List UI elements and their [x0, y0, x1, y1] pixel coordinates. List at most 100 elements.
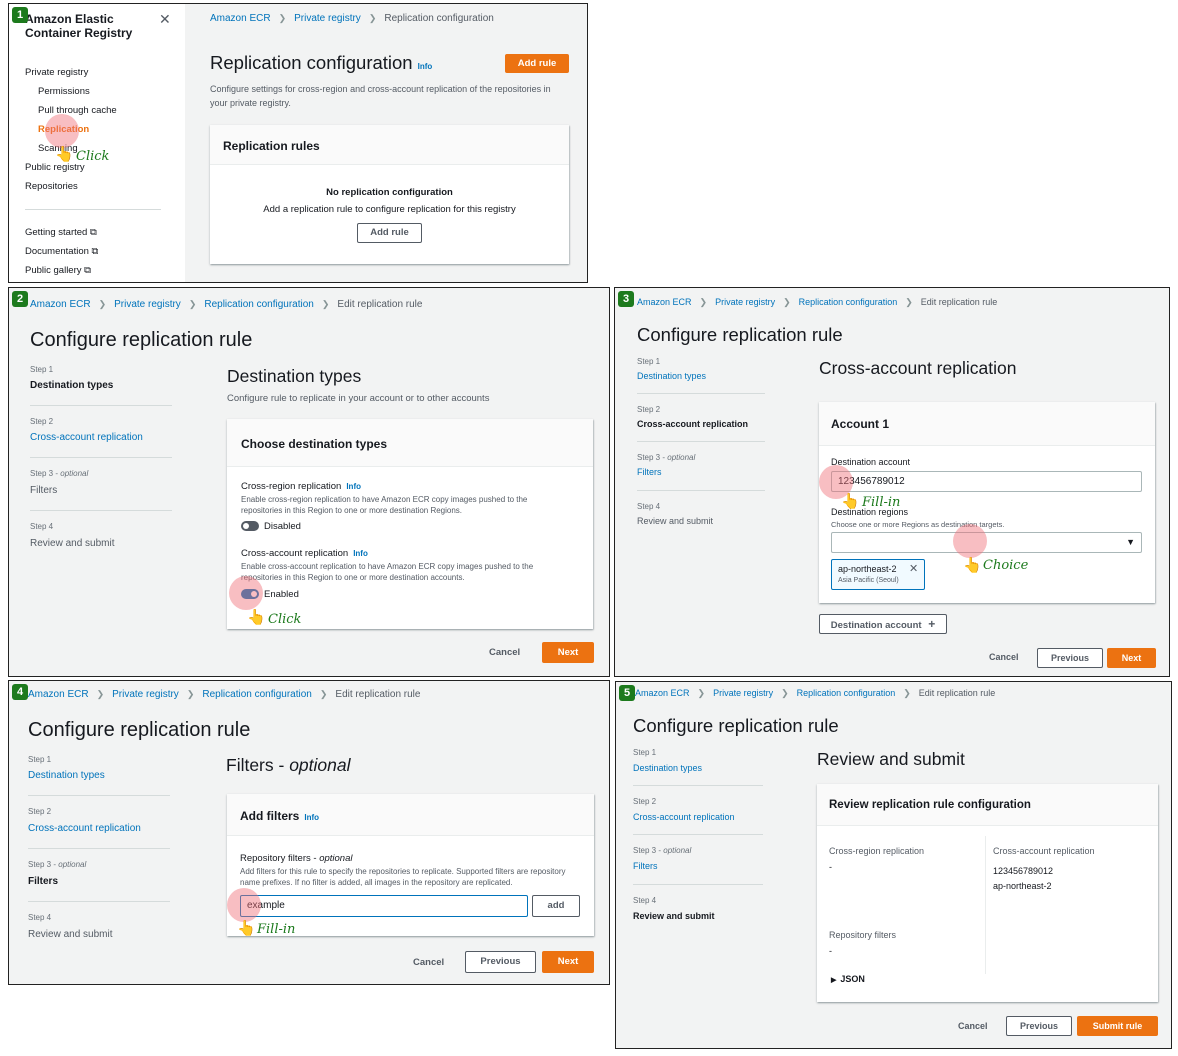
repository-filters-description: Add filters for this rule to specify the…: [240, 867, 566, 887]
chevron-right-icon: ❯: [278, 13, 287, 23]
step-destination-types[interactable]: Destination types: [633, 763, 702, 773]
step-review-and-submit: Review and submit: [633, 911, 715, 921]
add-rule-button[interactable]: Add rule: [505, 54, 569, 73]
action-label-click: Click: [268, 612, 302, 627]
previous-button[interactable]: Previous: [465, 951, 536, 973]
previous-button[interactable]: Previous: [1037, 648, 1103, 668]
step-label: Step 1: [28, 755, 52, 764]
breadcrumb-item[interactable]: Amazon ECR: [30, 299, 91, 310]
step-label: Step 3 - optional: [633, 846, 692, 855]
step-optional: optional: [58, 860, 87, 869]
nav-getting-started-label: Getting started: [25, 227, 88, 238]
add-destination-account-button[interactable]: Destination account +: [819, 614, 947, 634]
step-filters[interactable]: Filters: [633, 861, 658, 871]
breadcrumb-item[interactable]: Amazon ECR: [637, 297, 692, 307]
chevron-right-icon: ❯: [903, 688, 911, 698]
breadcrumb-item[interactable]: Amazon ECR: [635, 688, 690, 698]
step-label-text: Step 3: [637, 453, 661, 462]
cross-region-toggle[interactable]: [241, 521, 259, 531]
json-expander[interactable]: ▶ JSON: [831, 974, 865, 984]
panel-5: 5 Amazon ECR ❯ Private registry ❯ Replicatio…: [615, 681, 1172, 1049]
breadcrumb-item[interactable]: Private registry: [713, 688, 773, 698]
cross-region-state: Disabled: [264, 521, 301, 532]
info-link[interactable]: Info: [346, 482, 361, 491]
page-title: Configure replication rule: [30, 329, 253, 351]
close-icon[interactable]: ✕: [159, 11, 171, 28]
breadcrumb-current: Edit replication rule: [918, 688, 996, 698]
step-cross-account-replication[interactable]: Cross-account replication: [28, 823, 141, 834]
step-filters[interactable]: Filters: [637, 467, 662, 477]
step-label: Step 2: [28, 807, 52, 816]
step-divider: [30, 510, 172, 511]
chevron-right-icon: ❯: [781, 688, 789, 698]
breadcrumb-item[interactable]: Amazon ECR: [28, 689, 89, 700]
card-title: Review replication rule configuration: [829, 799, 1031, 811]
destination-account-input[interactable]: 123456789012: [831, 471, 1142, 492]
nav-pull-through-cache[interactable]: Pull through cache: [38, 105, 117, 116]
cancel-button[interactable]: Cancel: [413, 957, 444, 968]
nav-public-gallery[interactable]: Public gallery ⧉: [25, 265, 91, 276]
plus-icon: +: [928, 617, 936, 631]
panel-2: 2 Amazon ECR ❯ Private registry ❯ Replicatio…: [8, 287, 610, 677]
step-label: Step 2: [637, 405, 661, 414]
step-cross-account-replication[interactable]: Cross-account replication: [633, 812, 735, 822]
breadcrumb-item[interactable]: Private registry: [294, 13, 361, 24]
section-title-text: Filters -: [226, 755, 290, 775]
breadcrumb-item[interactable]: Replication configuration: [202, 689, 312, 700]
repository-filters-label-text: Repository filters -: [240, 853, 320, 864]
step-label-text: Step 3: [633, 846, 657, 855]
external-link-icon: ⧉: [91, 246, 99, 257]
previous-button[interactable]: Previous: [1006, 1016, 1072, 1036]
step-destination-types[interactable]: Destination types: [28, 770, 105, 781]
cross-account-label-text: Cross-account replication: [241, 548, 349, 559]
card-title: Replication rules: [223, 139, 320, 153]
destination-types-card: Choose destination types Cross-region re…: [227, 419, 593, 629]
external-link-icon: ⧉: [84, 265, 91, 276]
next-button[interactable]: Next: [1107, 648, 1156, 668]
step-divider: [28, 848, 170, 849]
breadcrumb-item[interactable]: Replication configuration: [799, 297, 898, 307]
section-title: Review and submit: [817, 749, 965, 769]
breadcrumb-item[interactable]: Private registry: [112, 689, 179, 700]
pointer-hand-icon: 👆: [237, 920, 256, 937]
nav-getting-started[interactable]: Getting started ⧉: [25, 227, 97, 238]
cancel-button[interactable]: Cancel: [989, 652, 1019, 662]
cancel-button[interactable]: Cancel: [489, 647, 520, 658]
breadcrumb-item[interactable]: Replication configuration: [797, 688, 896, 698]
breadcrumb-item[interactable]: Private registry: [715, 297, 775, 307]
step-filters: Filters: [28, 876, 59, 887]
repository-filter-input[interactable]: example: [240, 895, 528, 917]
nav-repositories[interactable]: Repositories: [25, 181, 78, 192]
next-button[interactable]: Next: [542, 642, 594, 663]
submit-rule-button[interactable]: Submit rule: [1077, 1016, 1158, 1036]
breadcrumb-item[interactable]: Replication configuration: [204, 299, 314, 310]
info-link[interactable]: Info: [418, 62, 433, 71]
step-destination-types[interactable]: Destination types: [637, 371, 706, 381]
step-label-text: Step 3: [28, 860, 52, 869]
add-filter-button[interactable]: add: [532, 895, 580, 917]
breadcrumb-item[interactable]: Amazon ECR: [210, 13, 271, 24]
caret-right-icon: ▶: [831, 977, 837, 984]
breadcrumb-item[interactable]: Private registry: [114, 299, 181, 310]
info-link[interactable]: Info: [353, 549, 368, 558]
info-link[interactable]: Info: [304, 813, 319, 822]
chevron-right-icon: ❯: [188, 299, 197, 309]
add-rule-empty-button[interactable]: Add rule: [357, 223, 422, 243]
breadcrumb: Amazon ECR ❯ Private registry ❯ Replication …: [210, 13, 494, 24]
cancel-button[interactable]: Cancel: [958, 1021, 988, 1031]
nav-private-registry[interactable]: Private registry: [25, 67, 88, 78]
card-title: Account 1: [831, 417, 890, 431]
region-token-sub: Asia Pacific (Seoul): [838, 577, 899, 584]
sidebar-title: Amazon Elastic Container Registry: [25, 12, 133, 40]
action-label-click: Click: [76, 149, 110, 164]
nav-documentation[interactable]: Documentation ⧉: [25, 246, 98, 257]
dismiss-token-icon[interactable]: ✕: [909, 562, 918, 575]
breadcrumb-current: Edit replication rule: [335, 689, 421, 700]
nav-permissions[interactable]: Permissions: [38, 86, 90, 97]
cross-account-label: Cross-account replication Info: [241, 548, 368, 559]
next-button[interactable]: Next: [542, 951, 594, 973]
step-divider: [637, 490, 765, 491]
fill-in-highlight: [227, 888, 261, 922]
step-label: Step 1: [637, 357, 661, 366]
chevron-right-icon: ❯: [96, 689, 105, 699]
